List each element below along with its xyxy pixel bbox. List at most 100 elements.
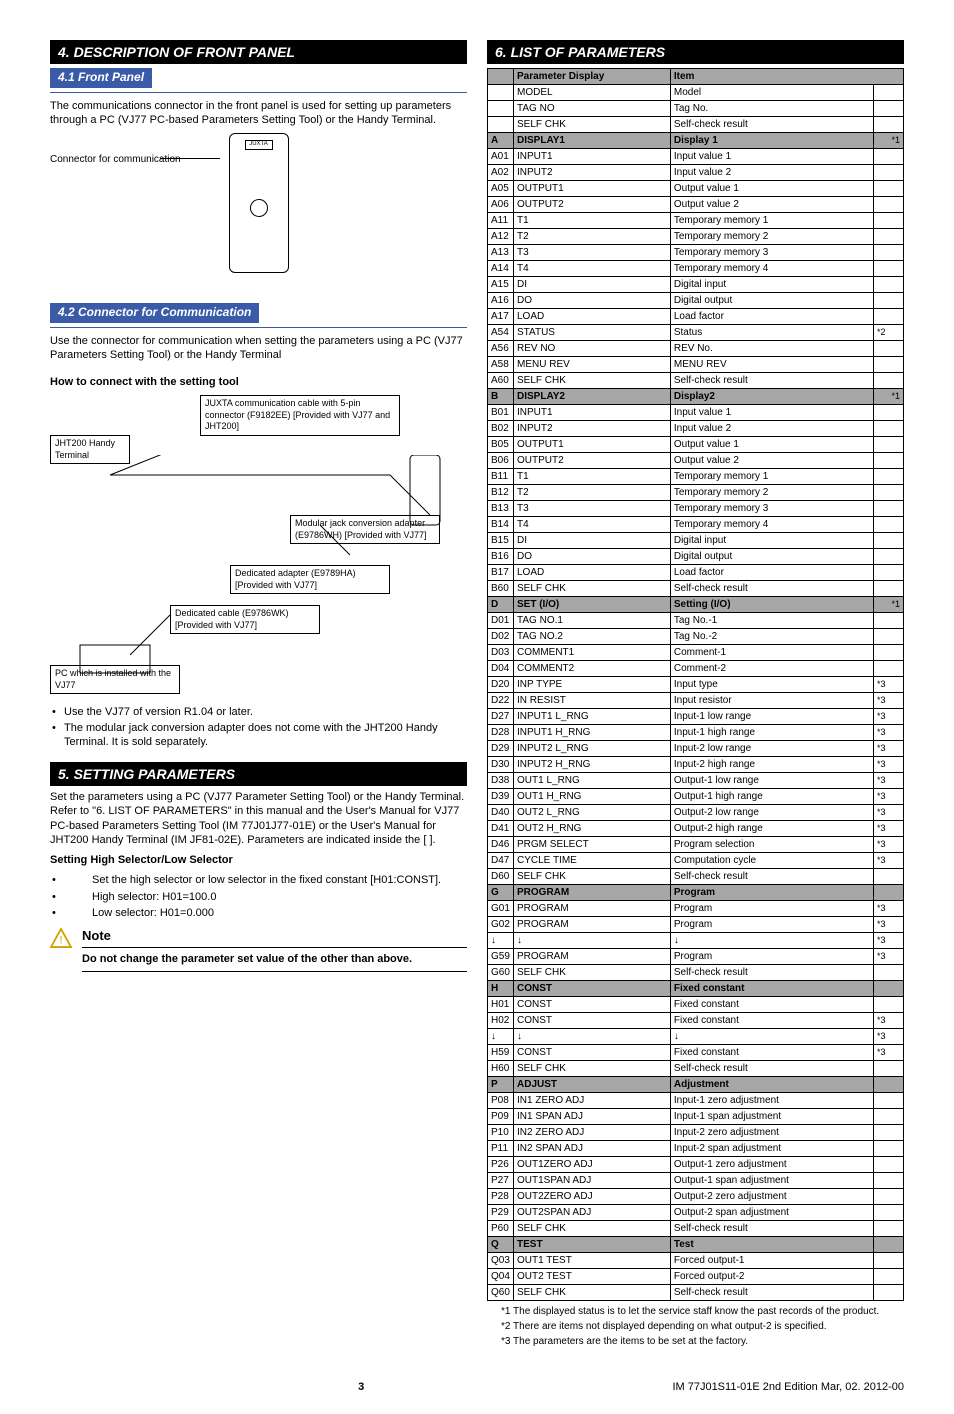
table-row: D28INPUT1 H_RNGInput-1 high range*3 (488, 725, 904, 741)
cell-code: A16 (488, 293, 514, 309)
cell-parameter-display: IN2 SPAN ADJ (514, 1141, 671, 1157)
cell-item: MENU REV (670, 357, 873, 373)
footnote: *3 The parameters are the items to be se… (501, 1335, 904, 1348)
cell-footnote-ref: *3 (874, 853, 904, 869)
cell-footnote-ref (874, 373, 904, 389)
cell-code: D47 (488, 853, 514, 869)
cell-item: Self-check result (670, 965, 873, 981)
cell-footnote-ref: *3 (874, 709, 904, 725)
page-footer: 3 IM 77J01S11-01E 2nd Edition Mar, 02. 2… (50, 1380, 904, 1394)
table-row: H60SELF CHKSelf-check result (488, 1061, 904, 1077)
cell-footnote-ref: *3 (874, 789, 904, 805)
cell-item: REV No. (670, 341, 873, 357)
cell-item: Output value 2 (670, 453, 873, 469)
table-row: D03COMMENT1Comment-1 (488, 645, 904, 661)
cell-parameter-display: INPUT2 H_RNG (514, 757, 671, 773)
cell-footnote-ref (874, 1205, 904, 1221)
cell-item: Forced output-2 (670, 1269, 873, 1285)
cell-footnote-ref: *1 (874, 597, 904, 613)
cell-parameter-display: OUT1 H_RNG (514, 789, 671, 805)
cell-footnote-ref (874, 85, 904, 101)
juxta-label: JUXTA (245, 140, 273, 150)
cell-footnote-ref (874, 1189, 904, 1205)
cell-parameter-display: DO (514, 293, 671, 309)
cell-item: Comment-2 (670, 661, 873, 677)
cell-code: A12 (488, 229, 514, 245)
table-row: D60SELF CHKSelf-check result (488, 869, 904, 885)
cell-code: D46 (488, 837, 514, 853)
cell-footnote-ref (874, 1269, 904, 1285)
cell-code: D03 (488, 645, 514, 661)
cell-item: Output-2 zero adjustment (670, 1189, 873, 1205)
cell-footnote-ref (874, 1141, 904, 1157)
cell-code: P29 (488, 1205, 514, 1221)
cell-footnote-ref: *3 (874, 741, 904, 757)
bullet-item: Use the VJ77 of version R1.04 or later. (64, 705, 467, 719)
cell-parameter-display: T2 (514, 229, 671, 245)
cell-parameter-display: SELF CHK (514, 965, 671, 981)
table-row: GPROGRAMProgram (488, 885, 904, 901)
cell-code: A56 (488, 341, 514, 357)
cell-parameter-display: INP TYPE (514, 677, 671, 693)
warning-icon: ! (50, 928, 72, 952)
note-block: ! Note Do not change the parameter set v… (50, 928, 467, 971)
cell-footnote-ref (874, 981, 904, 997)
cell-code: P28 (488, 1189, 514, 1205)
table-row: QTESTTest (488, 1237, 904, 1253)
list-item: Set the high selector or low selector in… (64, 873, 467, 887)
cell-code: A (488, 133, 514, 149)
footnote: *2 There are items not displayed dependi… (501, 1320, 904, 1333)
table-row: A56REV NOREV No. (488, 341, 904, 357)
cell-item: Status (670, 325, 873, 341)
cell-parameter-display: TEST (514, 1237, 671, 1253)
cell-item: Comment-1 (670, 645, 873, 661)
section-5-list: Set the high selector or low selector in… (50, 873, 467, 920)
cell-code: Q (488, 1237, 514, 1253)
cell-footnote-ref (874, 1061, 904, 1077)
cell-parameter-display: ADJUST (514, 1077, 671, 1093)
cell-parameter-display: MENU REV (514, 357, 671, 373)
table-row: Q03OUT1 TESTForced output-1 (488, 1253, 904, 1269)
cell-parameter-display: LOAD (514, 309, 671, 325)
table-row: B13T3Temporary memory 3 (488, 501, 904, 517)
table-row: A05OUTPUT1Output value 1 (488, 181, 904, 197)
cell-item: Adjustment (670, 1077, 873, 1093)
table-row: P60SELF CHKSelf-check result (488, 1221, 904, 1237)
cell-code: A54 (488, 325, 514, 341)
cell-parameter-display: OUTPUT2 (514, 453, 671, 469)
cell-item: Input type (670, 677, 873, 693)
cell-footnote-ref (874, 437, 904, 453)
cell-parameter-display: PROGRAM (514, 901, 671, 917)
cell-footnote-ref (874, 229, 904, 245)
cell-footnote-ref (874, 1253, 904, 1269)
table-row: A15DIDigital input (488, 277, 904, 293)
cell-footnote-ref: *3 (874, 949, 904, 965)
cell-parameter-display: CYCLE TIME (514, 853, 671, 869)
cell-code: P60 (488, 1221, 514, 1237)
cell-code: P27 (488, 1173, 514, 1189)
cell-code: D20 (488, 677, 514, 693)
cell-parameter-display: T1 (514, 213, 671, 229)
cell-parameter-display: TAG NO.2 (514, 629, 671, 645)
cell-parameter-display: IN1 ZERO ADJ (514, 1093, 671, 1109)
cell-footnote-ref (874, 1173, 904, 1189)
cell-parameter-display: SELF CHK (514, 1285, 671, 1301)
cell-footnote-ref (874, 277, 904, 293)
cell-footnote-ref (874, 453, 904, 469)
cell-code: D41 (488, 821, 514, 837)
cell-footnote-ref: *3 (874, 1045, 904, 1061)
table-row: D01TAG NO.1Tag No.-1 (488, 613, 904, 629)
cell-item: Tag No. (670, 101, 873, 117)
cell-parameter-display: DISPLAY2 (514, 389, 671, 405)
table-row: B01INPUT1Input value 1 (488, 405, 904, 421)
cell-parameter-display: COMMENT2 (514, 661, 671, 677)
cell-item: Temporary memory 2 (670, 229, 873, 245)
cell-item: Output value 1 (670, 181, 873, 197)
cell-footnote-ref (874, 213, 904, 229)
cell-item: Digital input (670, 533, 873, 549)
cell-footnote-ref (874, 357, 904, 373)
table-row: BDISPLAY2Display2*1 (488, 389, 904, 405)
cell-parameter-display: OUT1ZERO ADJ (514, 1157, 671, 1173)
table-row: P26OUT1ZERO ADJOutput-1 zero adjustment (488, 1157, 904, 1173)
cell-code: G02 (488, 917, 514, 933)
